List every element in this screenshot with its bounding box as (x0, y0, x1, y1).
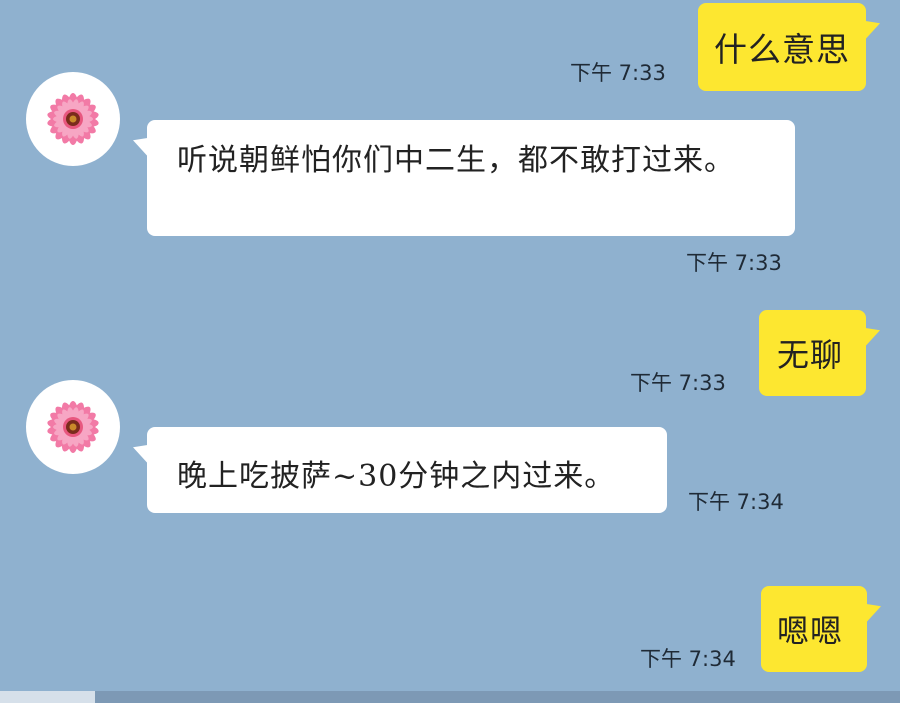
message-text: 听说朝鲜怕你们中二生，都不敢打过来。 (177, 143, 735, 178)
chat-thread: 什么意思 下午 7:33 听说朝鲜怕你们中二生，都不敢打过来。 下午 7:33 … (0, 0, 900, 703)
message-bubble[interactable]: 嗯嗯 (761, 586, 867, 672)
message-bubble[interactable]: 听说朝鲜怕你们中二生，都不敢打过来。 (147, 120, 795, 236)
message-text: 无聊 (777, 336, 844, 374)
bottom-edge (0, 691, 900, 703)
contact-avatar[interactable] (26, 380, 120, 474)
message-text: 晚上吃披萨~30分钟之内过来。 (177, 459, 616, 494)
message-timestamp: 下午 7:34 (688, 490, 784, 514)
message-bubble[interactable]: 晚上吃披萨~30分钟之内过来。 (147, 427, 667, 513)
message-text: 嗯嗯 (777, 612, 844, 650)
message-bubble[interactable]: 无聊 (759, 310, 866, 396)
message-timestamp: 下午 7:33 (570, 61, 666, 85)
pink-gerbera-daisy-icon (47, 93, 99, 145)
message-timestamp: 下午 7:33 (630, 371, 726, 395)
message-timestamp: 下午 7:34 (640, 647, 736, 671)
bottom-edge-highlight (0, 691, 95, 703)
message-bubble[interactable]: 什么意思 (698, 3, 866, 91)
pink-gerbera-daisy-icon (47, 401, 99, 453)
contact-avatar[interactable] (26, 72, 120, 166)
message-timestamp: 下午 7:33 (686, 251, 782, 275)
message-text: 什么意思 (714, 30, 850, 69)
